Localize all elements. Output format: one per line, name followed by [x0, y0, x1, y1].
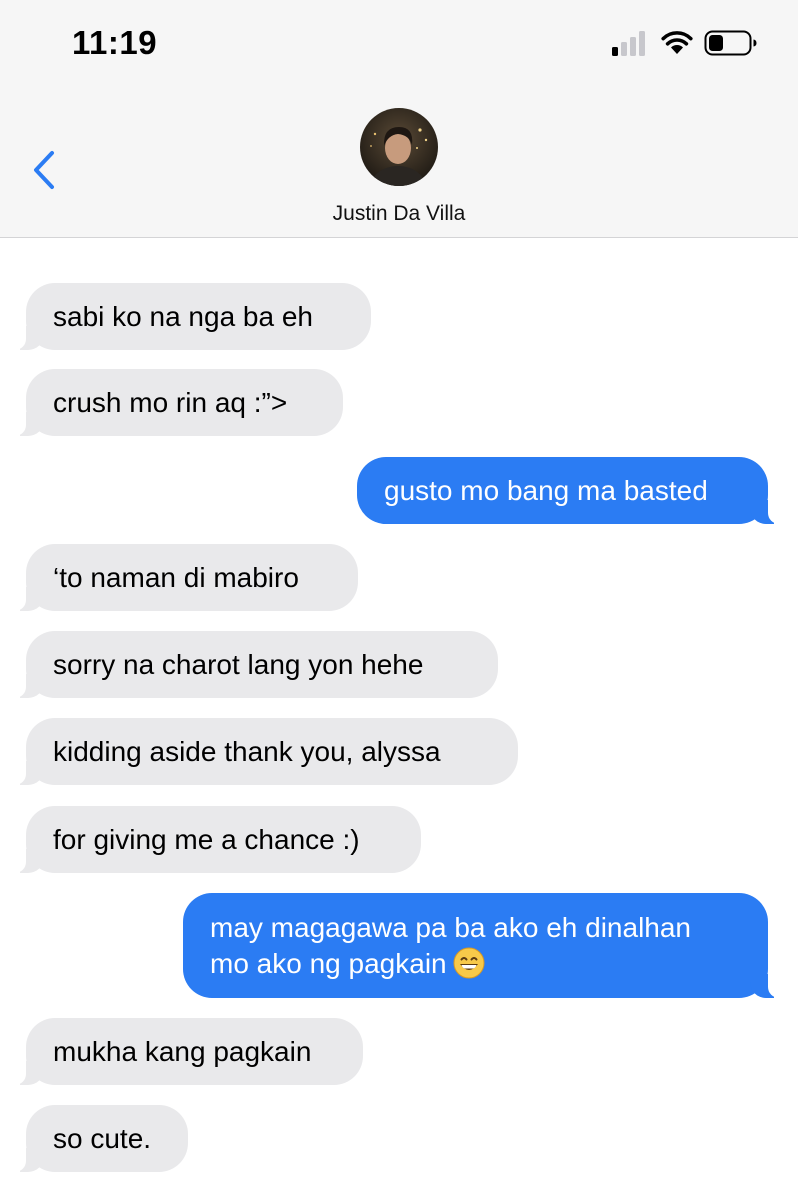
outgoing-message-bubble[interactable]: gusto mo bang ma basted: [357, 457, 780, 524]
battery-icon: [704, 30, 757, 56]
message-text: may magagawa pa ba ako eh dinalhan mo ak…: [210, 910, 691, 982]
incoming-message-bubble[interactable]: sabi ko na nga ba eh: [14, 283, 371, 350]
wifi-icon: [661, 31, 693, 54]
message-text: for giving me a chance :): [53, 823, 360, 855]
incoming-message-bubble[interactable]: kidding aside thank you, alyssa: [14, 718, 518, 785]
back-chevron-icon[interactable]: [28, 148, 60, 192]
contact-avatar[interactable]: [360, 108, 438, 186]
status-time: 11:19: [72, 24, 158, 61]
incoming-message-bubble[interactable]: crush mo rin aq :”>: [14, 369, 343, 436]
conversation-header: 11:19 Justin Da Villa: [0, 0, 798, 238]
message-text: sabi ko na nga ba eh: [53, 300, 313, 332]
message-text: so cute.: [53, 1122, 152, 1154]
message-line: mo ako ng pagkain: [210, 947, 447, 979]
cellular-signal-icon: [612, 30, 648, 56]
outgoing-message-bubble[interactable]: may magagawa pa ba ako eh dinalhan mo ak…: [183, 893, 780, 998]
message-text: kidding aside thank you, alyssa: [53, 735, 441, 767]
message-text: ‘to naman di mabiro: [53, 561, 299, 593]
message-text: crush mo rin aq :”>: [53, 386, 288, 418]
message-line: may magagawa pa ba ako eh dinalhan: [210, 911, 692, 943]
grinning-face-emoji-icon: [453, 947, 485, 978]
incoming-message-bubble[interactable]: ‘to naman di mabiro: [14, 544, 358, 611]
contact-name[interactable]: Justin Da Villa: [0, 202, 798, 226]
incoming-message-bubble[interactable]: for giving me a chance :): [14, 806, 421, 873]
incoming-message-bubble[interactable]: mukha kang pagkain: [14, 1018, 363, 1085]
incoming-message-bubble[interactable]: so cute.: [14, 1105, 188, 1172]
message-text: sorry na charot lang yon hehe: [53, 648, 424, 680]
message-text: mukha kang pagkain: [53, 1035, 312, 1067]
incoming-message-bubble[interactable]: sorry na charot lang yon hehe: [14, 631, 498, 698]
message-text: gusto mo bang ma basted: [384, 474, 708, 506]
